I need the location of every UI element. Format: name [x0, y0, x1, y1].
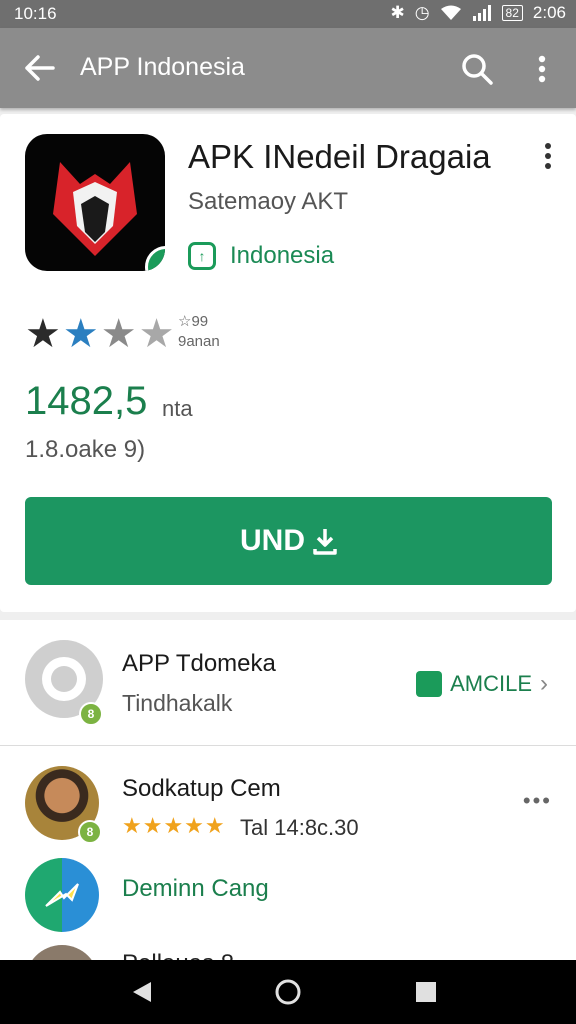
nav-recents-button[interactable] — [410, 976, 442, 1008]
search-icon — [462, 54, 493, 85]
status-time: 10:16 — [14, 4, 57, 23]
review-date: Tal 14:8c.30 — [240, 815, 359, 840]
info-card: 8 APP Tdomeka Tindhakalk AMCILE › 8 Sodk… — [0, 620, 576, 1019]
signal-icon — [472, 5, 491, 21]
region-icon: ↑ — [188, 242, 216, 270]
square-recents-icon — [416, 982, 436, 1002]
related-app-icon[interactable] — [25, 858, 99, 932]
navigation-bar — [0, 960, 576, 1024]
star-icon: ★ — [138, 312, 175, 356]
status-bar: 10:16 ✱ ◷ 82 2:06 — [0, 0, 576, 28]
install-button[interactable]: UND — [25, 497, 552, 585]
bluetooth-icon: ✱ — [390, 3, 405, 22]
back-button[interactable] — [20, 50, 60, 86]
section-action-label: AMCILE — [450, 671, 532, 696]
section-subtitle: Tindhakalk — [122, 690, 233, 716]
status-icons: ✱ ◷ 82 2:06 — [390, 3, 566, 23]
related-app-name[interactable]: Deminn Cang — [122, 875, 269, 903]
app-more-button[interactable] — [544, 142, 552, 175]
star-icon: ★ — [62, 312, 99, 356]
more-vert-icon — [538, 55, 546, 83]
price-value: 1482,5 — [25, 379, 148, 423]
more-horiz-icon[interactable]: ••• — [523, 788, 552, 814]
install-label: UND — [240, 524, 305, 557]
circle-home-icon — [275, 979, 301, 1005]
region-row: ↑ Indonesia — [188, 242, 334, 270]
more-vert-icon — [545, 143, 551, 169]
plane-icon — [157, 264, 165, 269]
shopping-bag-icon — [416, 671, 443, 697]
nav-home-button[interactable] — [272, 976, 304, 1008]
overflow-menu-button[interactable] — [528, 50, 556, 88]
nav-back-button[interactable] — [126, 976, 158, 1008]
download-icon — [313, 529, 337, 555]
region-label: Indonesia — [230, 242, 335, 269]
toolbar-title: APP Indonesia — [80, 53, 245, 81]
price-unit: nta — [162, 396, 193, 421]
battery-icon: 82 — [501, 5, 523, 21]
app-title: APK INedeil Dragaia — [188, 138, 491, 175]
back-arrow-icon — [25, 55, 55, 81]
alarm-icon: ◷ — [414, 3, 430, 22]
bolt-icon — [45, 883, 79, 907]
review-stars: ★★★★★ — [122, 813, 226, 838]
section-action[interactable]: AMCILE › — [416, 670, 548, 698]
triangle-back-icon — [133, 982, 151, 1002]
search-button[interactable] — [458, 50, 496, 88]
section-row[interactable]: 8 APP Tdomeka Tindhakalk AMCILE › — [0, 620, 576, 745]
rating-count: ☆99 9anan — [178, 312, 220, 352]
app-icon[interactable] — [25, 134, 165, 271]
app-logo-icon — [53, 162, 137, 256]
wifi-icon — [440, 5, 461, 20]
review-author: Sodkatup Cem — [122, 775, 281, 802]
badge-icon: 8 — [78, 820, 102, 844]
star-icon: ★ — [100, 312, 137, 356]
app-size: 1.8.oake 9) — [25, 436, 146, 463]
rating-stars: ★ ★ ★ ★ — [25, 314, 174, 354]
section-title: APP Tdomeka — [122, 650, 276, 677]
rating-label-top: ☆99 — [178, 313, 209, 330]
star-icon: ★ — [25, 312, 61, 356]
app-details-card: APK INedeil Dragaia Satemaoy AKT ↑ Indon… — [0, 114, 576, 612]
status-clock: 2:06 — [532, 3, 566, 22]
app-toolbar: APP Indonesia — [0, 28, 576, 108]
badge-icon: 8 — [79, 702, 103, 726]
developer-name[interactable]: Satemaoy AKT — [188, 188, 348, 216]
chevron-right-icon: › — [540, 670, 548, 697]
rating-label-bottom: 9anan — [178, 333, 220, 350]
divider — [0, 745, 576, 746]
